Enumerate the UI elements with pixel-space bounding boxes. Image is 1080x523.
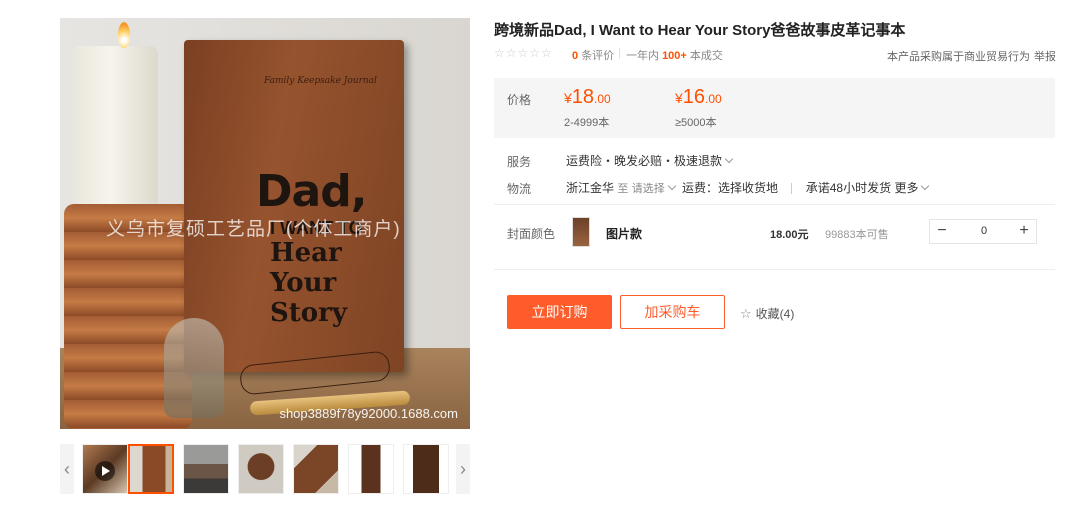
favorite-label: 收藏(4) [755, 307, 795, 321]
logistics-more[interactable]: 更多 [894, 181, 932, 195]
price-decimal: .00 [594, 92, 611, 106]
thumbnail-item[interactable] [128, 444, 174, 494]
thumbnail-item[interactable] [403, 444, 449, 494]
divider [494, 269, 1055, 270]
plus-button[interactable]: + [1012, 220, 1036, 243]
price-tier-2: ¥16.00 [675, 86, 722, 109]
shipping-promise: 承诺48小时发货 [805, 181, 892, 195]
sold-suffix: 本成交 [689, 50, 723, 62]
meta-separator: | [618, 47, 621, 59]
journal-title-dad: Dad, [256, 166, 367, 217]
journal-title-story: Story [270, 298, 347, 328]
sku-color-name: 图片款 [606, 227, 643, 241]
thumbnail-image [404, 445, 448, 493]
service-text: 运费险・晚发必赔・极速退款 [566, 154, 723, 168]
thumbnail-item[interactable] [238, 444, 284, 494]
chevron-right-icon[interactable]: › [456, 444, 470, 494]
price-tier-1: ¥18.00 [564, 86, 611, 109]
product-meta-row: ☆☆☆☆☆ 0 条评价 | 一年内 100+ 本成交 本产品采购属于商业贸易行为… [494, 46, 1056, 64]
rating-stars-icon: ☆☆☆☆☆ [494, 46, 553, 60]
price-label: 价格 [507, 93, 532, 107]
candle-flame [118, 22, 130, 48]
main-product-image[interactable]: Family Keepsake Journal Dad, I WANT TO H… [60, 18, 470, 429]
product-title: 跨境新品Dad, I Want to Hear Your Story爸爸故事皮革… [494, 22, 906, 39]
thumbnail-image [239, 445, 283, 493]
thumbnail-item[interactable] [183, 444, 229, 494]
trade-note: 本产品采购属于商业贸易行为 [887, 51, 1030, 63]
leather-journal: Family Keepsake Journal Dad, I WANT TO H… [184, 40, 404, 396]
price-decimal: .00 [705, 92, 722, 106]
image-watermark: 义乌市复硕工艺品厂(个体工商户) [106, 219, 401, 240]
thumbnail-strip: ‹ › [60, 444, 472, 494]
report-link[interactable]: 举报 [1034, 48, 1056, 64]
chevron-down-icon [921, 181, 930, 191]
logistics-more-label: 更多 [894, 181, 919, 195]
price-currency: ¥ [564, 90, 572, 106]
sold-number: 100+ [662, 50, 687, 62]
logistics-row: 浙江金华 至 请选择 运费：选择收货地 承诺48小时发货 更多 [566, 179, 932, 196]
destination-select[interactable]: 请选择 [632, 181, 679, 195]
logistics-separator [791, 183, 793, 195]
sku-label: 封面颜色 [507, 227, 556, 241]
thumbnail-image [130, 446, 172, 492]
logistics-origin: 浙江金华 [566, 181, 615, 195]
service-guarantees[interactable]: 运费险・晚发必赔・极速退款 [566, 152, 736, 169]
divider [494, 204, 1055, 205]
quantity-stepper: − 0 + [929, 219, 1037, 244]
thumbnail-item[interactable] [348, 444, 394, 494]
minus-button[interactable]: − [930, 220, 954, 243]
chevron-down-icon [667, 181, 676, 191]
sold-count: 一年内 100+ 本成交 [626, 47, 723, 63]
thumbnail-image [349, 445, 393, 493]
oil-lamp [164, 318, 224, 418]
sku-price: 18.00元 [770, 229, 809, 241]
destination-select-label: 请选择 [631, 183, 665, 195]
price-integer: 18 [571, 86, 595, 108]
journal-title-your: Your [270, 268, 337, 298]
price-tier-2-range: ≥5000本 [675, 117, 717, 129]
journal-title-hear: Hear [270, 238, 342, 268]
shop-url-watermark: shop3889f78y92000.1688.com [279, 406, 458, 421]
quantity-input[interactable]: 0 [954, 220, 1014, 243]
logistics-to: 至 [617, 183, 629, 195]
buy-now-button[interactable]: 立即订购 [507, 295, 612, 329]
service-label: 服务 [507, 155, 532, 169]
thumbnail-item[interactable] [293, 444, 339, 494]
price-currency: ¥ [675, 90, 683, 106]
price-panel: 价格 ¥18.00 2-4999本 ¥16.00 ≥5000本 [494, 78, 1055, 138]
journal-title-line3: Hear Your Story [270, 238, 347, 328]
review-count-number: 0 [572, 50, 579, 62]
play-icon [95, 461, 115, 481]
sold-prefix: 一年内 [626, 50, 659, 62]
sku-color-thumbnail[interactable] [572, 217, 590, 247]
thumbnail-image [184, 445, 228, 493]
thumbnail-image [294, 445, 338, 493]
favorite-button[interactable]: ☆ 收藏(4) [740, 305, 794, 322]
star-icon: ☆ [740, 306, 752, 321]
sku-stock: 99883本可售 [825, 229, 889, 241]
add-to-cart-button[interactable]: 加采购车 [620, 295, 725, 329]
price-integer: 16 [682, 86, 706, 108]
logistics-label: 物流 [507, 182, 532, 196]
chevron-down-icon [724, 154, 734, 164]
journal-subtitle: Family Keepsake Journal [264, 76, 377, 86]
candle [72, 46, 158, 206]
price-tier-1-range: 2-4999本 [564, 117, 610, 129]
review-count[interactable]: 0 条评价 [572, 47, 614, 63]
freight-info: 运费：选择收货地 [682, 181, 779, 195]
thumbnail-video[interactable] [82, 444, 128, 494]
chevron-left-icon[interactable]: ‹ [60, 444, 74, 494]
review-count-label: 条评价 [581, 50, 615, 62]
